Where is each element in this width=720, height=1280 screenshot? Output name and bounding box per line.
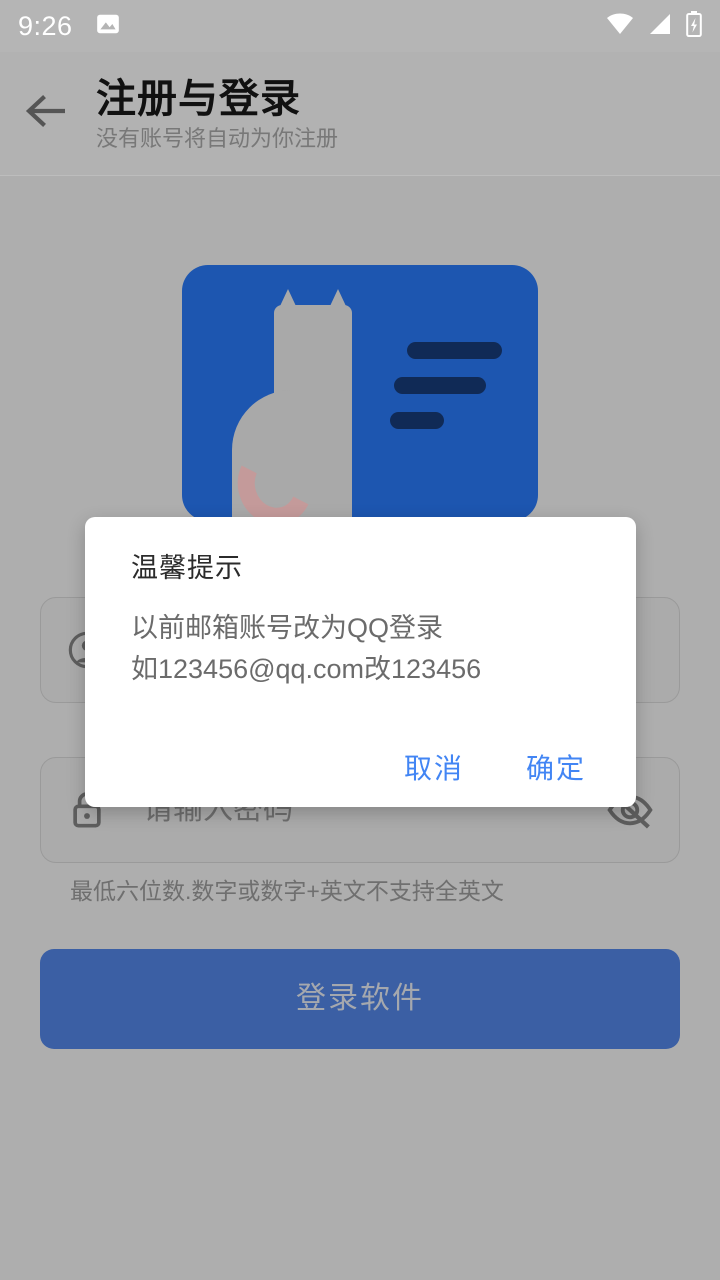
dialog-cancel-button[interactable]: 取消 [404, 755, 464, 783]
dialog-title: 温馨提示 [131, 553, 243, 583]
dialog-actions: 取消 确定 [85, 729, 636, 795]
dialog-message: 以前邮箱账号改为QQ登录 如123456@qq.com改123456 [131, 613, 482, 685]
tip-dialog: 温馨提示 以前邮箱账号改为QQ登录 如123456@qq.com改123456 … [85, 517, 636, 807]
dialog-confirm-button[interactable]: 确定 [526, 755, 586, 783]
app-screen: 9:26 注册与登录 没有账号将自动为你注册 请输入密码 最低六位数.数字或数字… [0, 0, 720, 1280]
